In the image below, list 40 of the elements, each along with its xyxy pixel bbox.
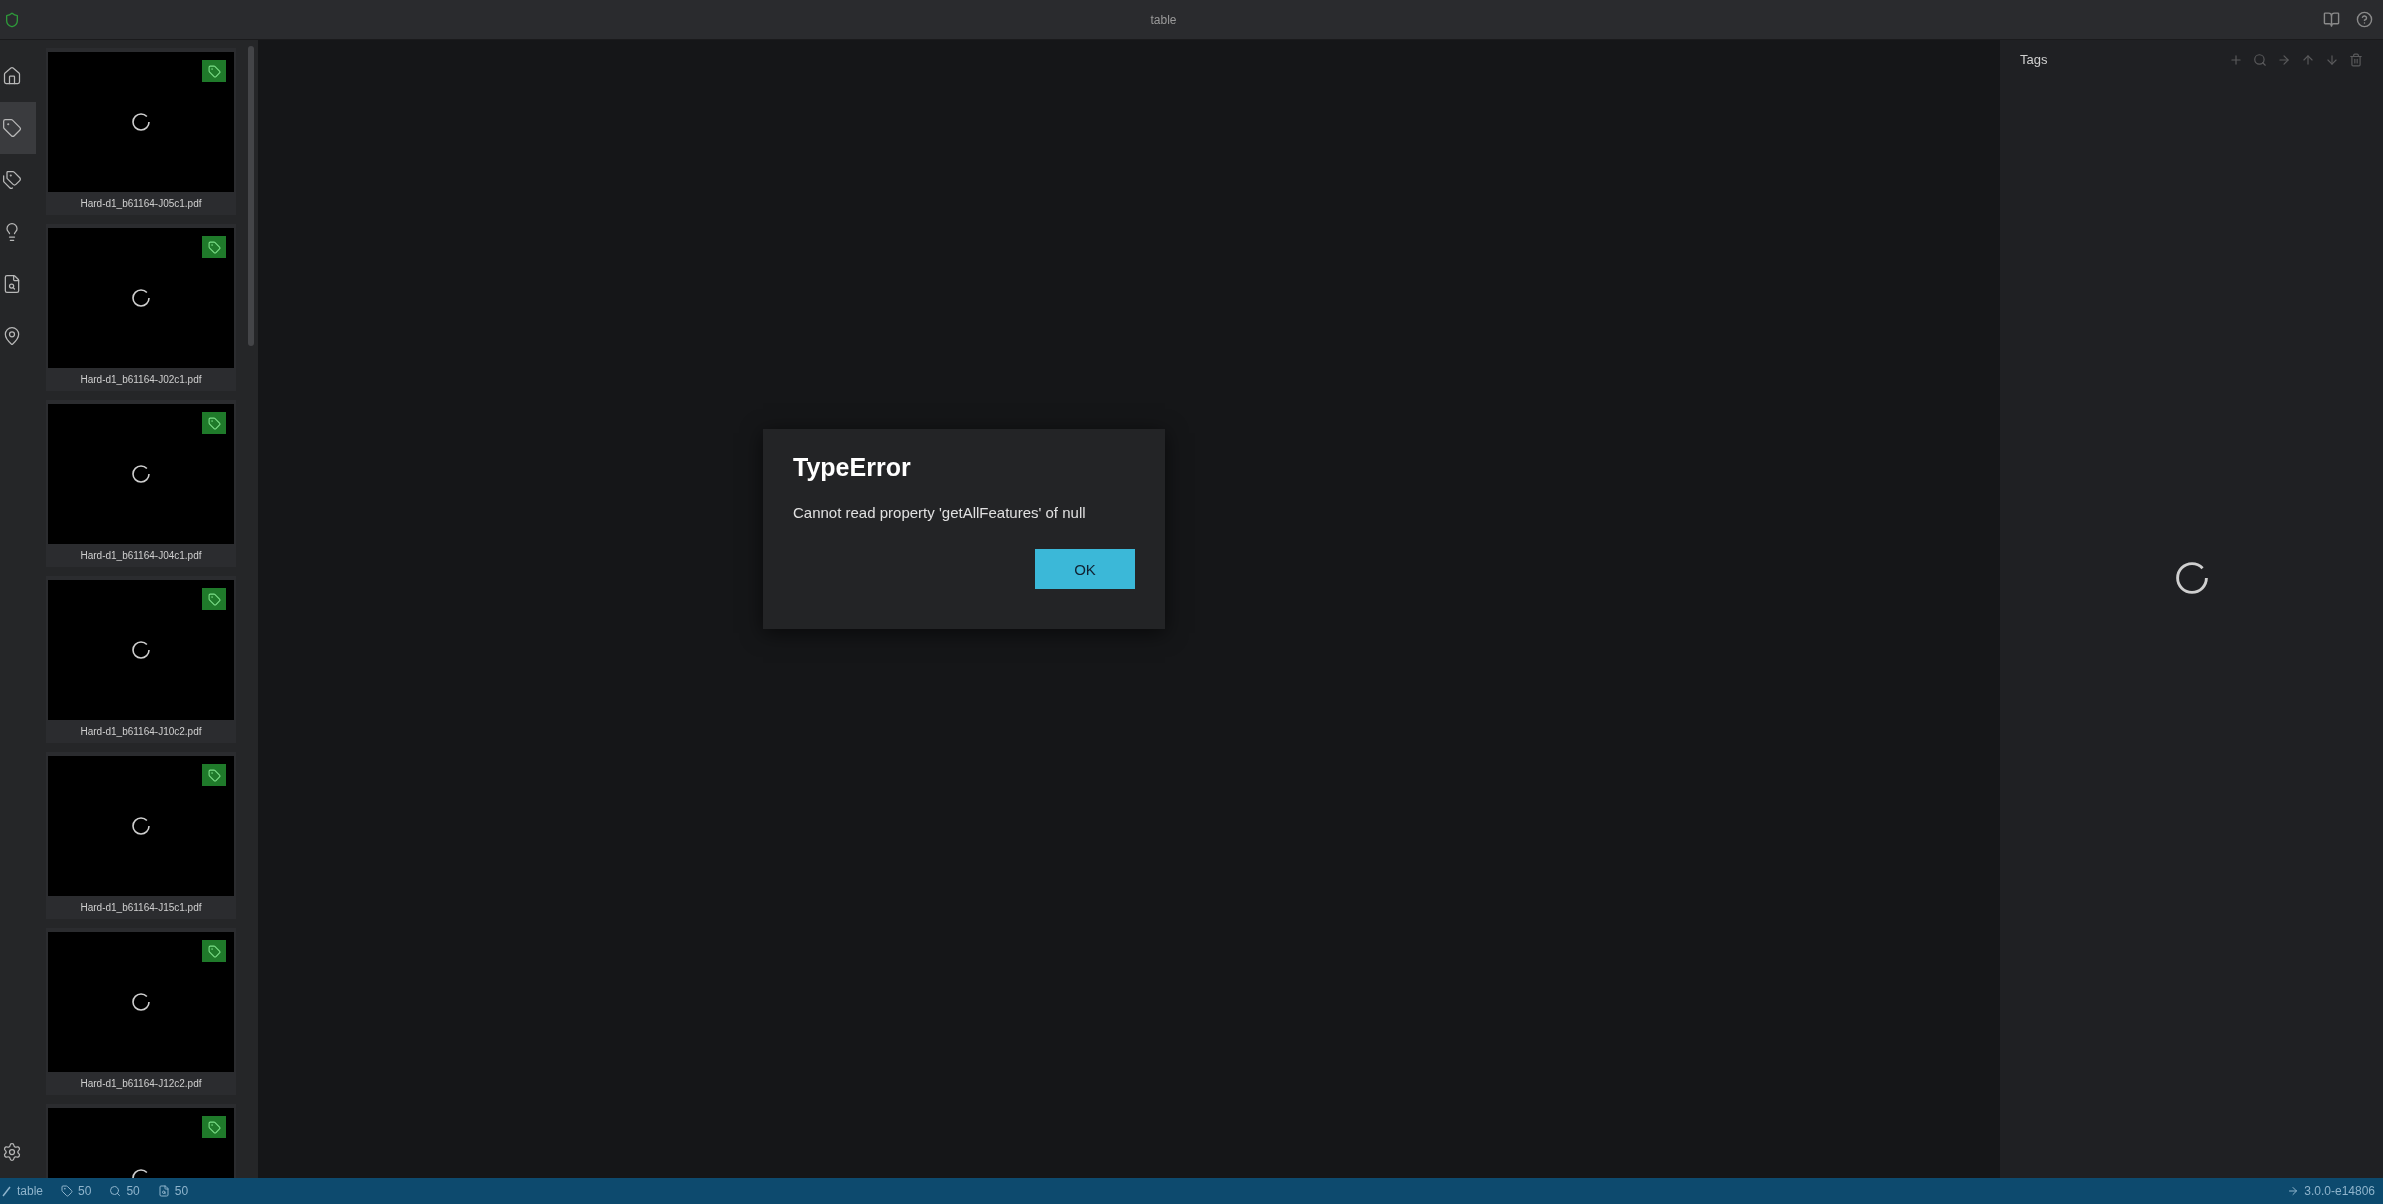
trash-icon[interactable]	[2349, 52, 2363, 67]
thumbnail-card[interactable]: Hard-d1_b61164-J05c1.pdf	[46, 48, 236, 215]
dialog-message: Cannot read property 'getAllFeatures' of null	[793, 504, 1087, 521]
file-name: Hard-d1_b61164-J10c2.pdf	[80, 726, 202, 737]
tag-nav-icon[interactable]	[0, 102, 36, 154]
arrow-down-icon[interactable]	[2325, 52, 2339, 67]
loading-spinner-icon	[131, 992, 151, 1012]
thumbnail-card[interactable]: Hard-d1_b61164-J12c2.pdf	[46, 928, 236, 1095]
dialog-title: TypeError	[793, 453, 912, 482]
file-name: Hard-d1_b61164-J15c1.pdf	[80, 902, 202, 913]
tag-count: 50	[78, 1184, 92, 1198]
app-logo-icon	[4, 11, 20, 28]
panel-title: Tags	[2020, 52, 2049, 67]
loading-spinner-icon	[131, 288, 151, 308]
loading-spinner-icon	[131, 464, 151, 484]
file-name: Hard-d1_b61164-J12c2.pdf	[80, 1078, 202, 1089]
asset-count: 50	[174, 1184, 189, 1198]
thumbnail-card[interactable]: Hard-d1_b61164-J10c2.pdf	[46, 576, 236, 743]
project-name: table	[17, 1184, 44, 1198]
arrow-up-icon[interactable]	[2301, 52, 2315, 67]
version-text: 3.0.0-e14806	[2304, 1184, 2375, 1198]
scrollbar-thumb[interactable]	[248, 46, 254, 346]
thumbnail-card[interactable]: Hard-d1_b61164-J02c1.pdf	[46, 224, 236, 391]
help-icon[interactable]	[2356, 11, 2373, 28]
file-name: Hard-d1_b61164-J04c1.pdf	[80, 550, 202, 561]
window-title: table	[1149, 12, 1178, 27]
loading-spinner-icon	[2173, 559, 2210, 596]
file-name: Hard-d1_b61164-J02c1.pdf	[80, 374, 202, 385]
thumbnail-card[interactable]: Hard-d1_b61164-J04c1.pdf	[46, 400, 236, 567]
book-icon[interactable]	[2323, 11, 2340, 28]
tag-icon	[61, 1185, 74, 1197]
thumbnail-card[interactable]: Hard-d1_b61164-J15c1.pdf	[46, 752, 236, 919]
asset-icon	[157, 1185, 170, 1197]
ok-button[interactable]: OK	[1035, 549, 1135, 589]
visited-count: 50	[126, 1184, 140, 1198]
loading-spinner-icon	[131, 816, 151, 836]
search-icon[interactable]	[2253, 52, 2267, 67]
file-name: Hard-d1_b61164-J05c1.pdf	[80, 198, 202, 209]
loading-spinner-icon	[131, 640, 151, 660]
loading-spinner-icon	[131, 112, 151, 132]
